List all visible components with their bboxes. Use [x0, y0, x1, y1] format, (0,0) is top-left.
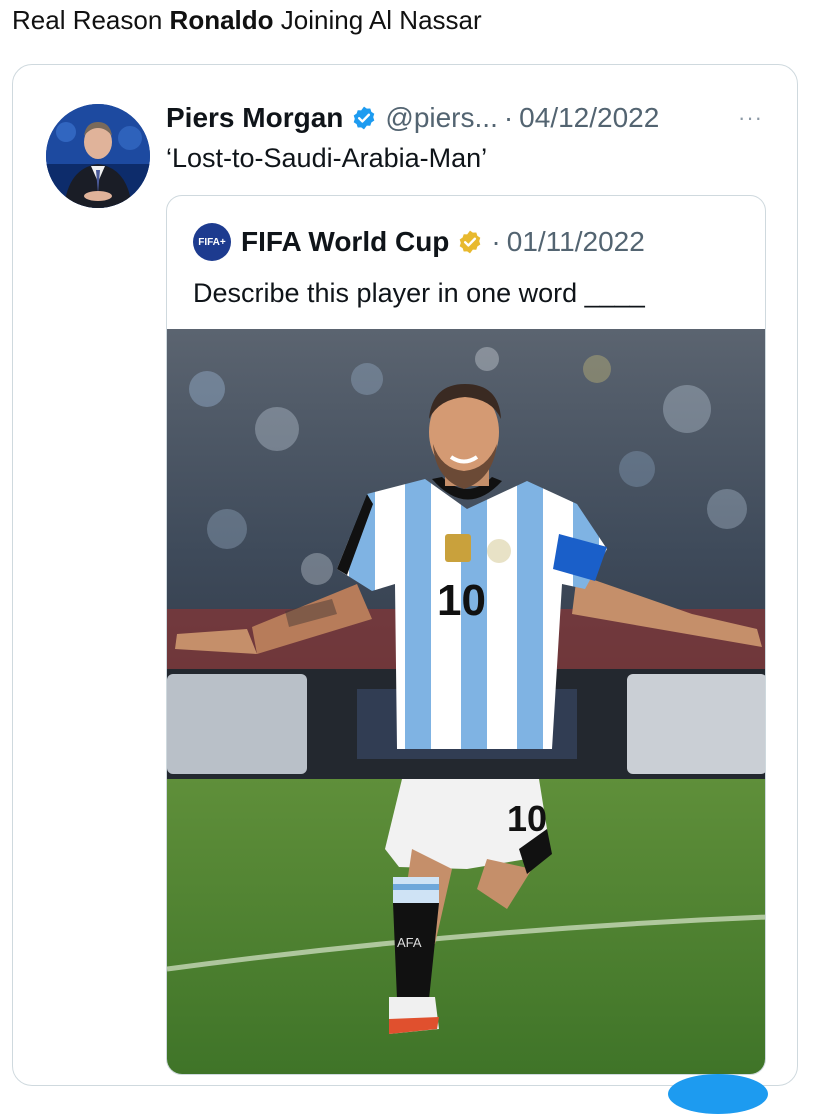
caption-prefix: Real Reason [12, 5, 170, 35]
quoted-tweet[interactable]: FIFA+ FIFA World Cup · 01/11/2022 Descri… [166, 195, 766, 1075]
sock-logo: AFA [397, 935, 422, 950]
dot-separator: · [503, 102, 514, 133]
shorts-number: 10 [507, 798, 547, 839]
author-avatar[interactable] [46, 104, 150, 208]
author-name[interactable]: Piers Morgan [166, 102, 343, 134]
caption-suffix: Joining Al Nassar [273, 5, 482, 35]
quoted-author-name[interactable]: FIFA World Cup [241, 226, 449, 258]
author-handle[interactable]: @piers... [385, 102, 497, 134]
quoted-tweet-text: Describe this player in one word ____ [193, 278, 645, 308]
more-options-icon[interactable]: ··· [738, 105, 763, 131]
floating-compose-button[interactable] [668, 1074, 768, 1114]
jersey-number: 10 [437, 576, 486, 625]
quoted-dot-separator: · [491, 226, 501, 257]
fifa-logo-avatar[interactable]: FIFA+ [193, 223, 231, 261]
tweet-author-line: Piers Morgan @piers... · 04/12/2022 [166, 100, 659, 136]
quoted-tweet-date[interactable]: 01/11/2022 [507, 226, 645, 258]
gold-verified-badge-icon [457, 229, 483, 255]
tweet-text: ‘Lost-to-Saudi-Arabia-Man’ [166, 143, 488, 173]
caption-bold: Ronaldo [169, 5, 274, 35]
tweet-date[interactable]: 04/12/2022 [519, 102, 659, 134]
post-caption: Real Reason Ronaldo Joining Al Nassar [12, 4, 482, 36]
quoted-author-line: FIFA+ FIFA World Cup · 01/11/2022 [193, 223, 645, 261]
tweet-card[interactable]: Piers Morgan @piers... · 04/12/2022 ··· … [12, 64, 798, 1086]
player-photo[interactable]: 10 AFA 10 [167, 329, 765, 1074]
verified-badge-icon [351, 105, 377, 131]
